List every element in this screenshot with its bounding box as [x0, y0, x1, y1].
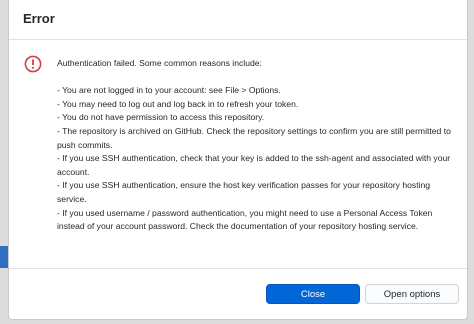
reason-item: - The repository is archived on GitHub. … [57, 125, 451, 150]
dialog-title: Error [23, 11, 55, 26]
reason-item: - You are not logged in to your account:… [57, 85, 281, 96]
reasons-list: - You are not logged in to your account:… [57, 84, 457, 234]
dialog-header: Error [9, 0, 467, 40]
error-message: Authentication failed. Some common reaso… [57, 57, 457, 234]
reason-item: - You do not have permission to access t… [57, 112, 265, 123]
dialog-footer: Close Open options [9, 268, 467, 320]
error-circle-icon [24, 55, 42, 73]
backdrop-accent [0, 246, 8, 268]
reason-item: - You may need to log out and log back i… [57, 98, 299, 109]
reason-item: - If you use SSH authentication, ensure … [57, 180, 431, 204]
dialog-body: Authentication failed. Some common reaso… [9, 40, 467, 268]
reason-item: - If you use SSH authentication, check t… [57, 153, 451, 177]
error-message-intro: Authentication failed. Some common reaso… [57, 58, 262, 68]
reason-item: - If you used username / password authen… [57, 207, 433, 232]
open-options-button[interactable]: Open options [365, 284, 459, 304]
error-dialog: Error Authentication failed. Some common… [8, 0, 468, 320]
close-button[interactable]: Close [266, 284, 360, 304]
